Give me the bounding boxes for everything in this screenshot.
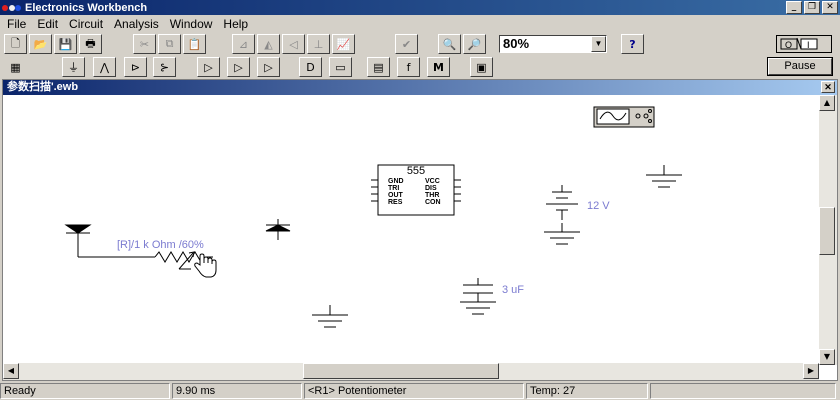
zoom-in-icon[interactable]: 🔎 [463, 34, 486, 54]
capacitor[interactable] [460, 278, 496, 315]
menu-window[interactable]: Window [167, 17, 221, 31]
zoom-value: 80% [503, 36, 530, 51]
status-extra [650, 383, 836, 399]
print-icon[interactable]: 🖶 [79, 34, 102, 54]
ground-symbol[interactable] [312, 305, 348, 328]
ic-pin-res: RES [388, 199, 403, 206]
sources-bin-icon[interactable]: ⏚ [62, 57, 85, 77]
mixed-ics-bin-icon[interactable]: ▷ [227, 57, 250, 77]
menu-file[interactable]: File [4, 17, 34, 31]
parts-toolbar: ▦ ⏚ ⋀ ⊳ ⊱ ▷ ▷ ▷ D ▭ ▤ f M ▣ Pause [0, 56, 840, 78]
help-button[interactable]: ? [621, 34, 644, 54]
status-state: Ready [0, 383, 170, 399]
digital-ics-bin-icon[interactable]: ▷ [257, 57, 280, 77]
graph-icon[interactable]: 📈 [332, 34, 355, 54]
zoom-select[interactable]: 80% ▼ [499, 35, 607, 53]
battery-label: 12 V [587, 200, 610, 212]
logic-gates-bin-icon[interactable]: D [299, 57, 322, 77]
chevron-down-icon[interactable]: ▼ [591, 36, 606, 52]
power-switch-icon: O I [780, 37, 818, 50]
menu-bar: File Edit Circuit Analysis Window Help [0, 15, 840, 32]
timer-555-ic[interactable]: 555 GND TRI OUT RES VCC DIS THR CON [371, 164, 461, 216]
new-file-icon[interactable]: 🗋 [4, 34, 27, 54]
indicators-bin-icon[interactable]: ▤ [367, 57, 390, 77]
ic-title: 555 [407, 165, 425, 177]
ic-pin-thr: THR [425, 192, 439, 199]
restore-button[interactable]: ❐ [804, 1, 820, 14]
minimize-button[interactable]: _ [786, 1, 802, 14]
main-toolbar: 🗋 📂 💾 🖶 ✂ ⧉ 📋 ⊿ ◭ ◁ ⊥ 📈 ✔ 🔍 🔎 80% ▼ ? O … [0, 33, 840, 55]
scroll-left-icon[interactable]: ◀ [3, 363, 19, 379]
pause-button[interactable]: Pause [767, 57, 833, 76]
controls-bin-icon[interactable]: f [397, 57, 420, 77]
capacitor-label: 3 uF [502, 284, 524, 296]
ic-pin-con: CON [425, 199, 441, 206]
app-logo-icon [2, 1, 22, 14]
scroll-right-icon[interactable]: ▶ [803, 363, 819, 379]
document-title-bar[interactable]: 参数扫描'.ewb ✕ [3, 80, 837, 95]
close-button[interactable]: ✕ [822, 1, 838, 14]
parts-bin-icon[interactable]: ▦ [4, 57, 27, 77]
horizontal-scroll-thumb[interactable] [303, 363, 499, 379]
paste-icon[interactable]: 📋 [183, 34, 206, 54]
digital-bin-icon[interactable]: ▭ [329, 57, 352, 77]
potentiometer-label: [R]/1 k Ohm /60% [117, 239, 204, 251]
diodes-bin-icon[interactable]: ⊳ [124, 57, 147, 77]
menu-analysis[interactable]: Analysis [111, 17, 167, 31]
miscellaneous-bin-icon[interactable]: M [427, 57, 450, 77]
diode[interactable] [265, 219, 291, 240]
status-temperature: Temp: 27 [526, 383, 648, 399]
status-bar: Ready 9.90 ms <R1> Potentiometer Temp: 2… [0, 383, 840, 400]
ic-pin-gnd: GND [388, 178, 404, 185]
menu-help[interactable]: Help [220, 17, 256, 31]
document-title: 参数扫描'.ewb [7, 81, 79, 93]
transistors-bin-icon[interactable]: ⊱ [153, 57, 176, 77]
power-switch[interactable]: O I [776, 35, 832, 53]
ic-pin-tri: TRI [388, 185, 399, 192]
analog-ics-bin-icon[interactable]: ▷ [197, 57, 220, 77]
ground-symbol[interactable] [646, 165, 682, 188]
circuit-window: 参数扫描'.ewb ✕ 555 GND TRI OUT RES VCC DIS … [2, 79, 838, 381]
flip-horizontal-icon[interactable]: ◭ [257, 34, 280, 54]
svg-text:O: O [785, 40, 792, 50]
svg-text:I: I [807, 40, 810, 50]
scroll-up-icon[interactable]: ▲ [819, 95, 835, 111]
component-properties-icon[interactable]: ✔ [395, 34, 418, 54]
save-disk-icon[interactable]: 💾 [54, 34, 77, 54]
app-title: Electronics Workbench [25, 1, 148, 14]
vertical-scroll-thumb[interactable] [819, 207, 835, 255]
basic-bin-icon[interactable]: ⋀ [93, 57, 116, 77]
menu-circuit[interactable]: Circuit [66, 17, 111, 31]
horizontal-scrollbar[interactable]: ◀ ▶ [3, 363, 819, 380]
cut-icon[interactable]: ✂ [133, 34, 156, 54]
copy-icon[interactable]: ⧉ [158, 34, 181, 54]
circuit-canvas[interactable]: 555 GND TRI OUT RES VCC DIS THR CON 12 V… [3, 95, 819, 365]
ic-pin-vcc: VCC [425, 178, 440, 185]
zoom-out-icon[interactable]: 🔍 [438, 34, 461, 54]
ground-symbol[interactable] [544, 223, 580, 245]
oscilloscope-icon[interactable] [593, 106, 655, 128]
vertical-scrollbar[interactable]: ▲ ▼ [819, 95, 837, 365]
rotate-icon[interactable]: ⊿ [232, 34, 255, 54]
flip-vertical-icon[interactable]: ◁ [282, 34, 305, 54]
open-folder-icon[interactable]: 📂 [29, 34, 52, 54]
ic-pin-dis: DIS [425, 185, 437, 192]
status-component: <R1> Potentiometer [304, 383, 524, 399]
scroll-down-icon[interactable]: ▼ [819, 349, 835, 365]
ic-pin-out: OUT [388, 192, 404, 199]
menu-edit[interactable]: Edit [34, 17, 66, 31]
document-close-button[interactable]: ✕ [821, 81, 835, 93]
battery-source[interactable] [546, 185, 578, 220]
instruments-bin-icon[interactable]: ▣ [470, 57, 493, 77]
subcircuit-icon[interactable]: ⊥ [307, 34, 330, 54]
status-sim-time: 9.90 ms [172, 383, 302, 399]
app-title-bar[interactable]: Electronics Workbench _ ❐ ✕ [0, 0, 840, 15]
